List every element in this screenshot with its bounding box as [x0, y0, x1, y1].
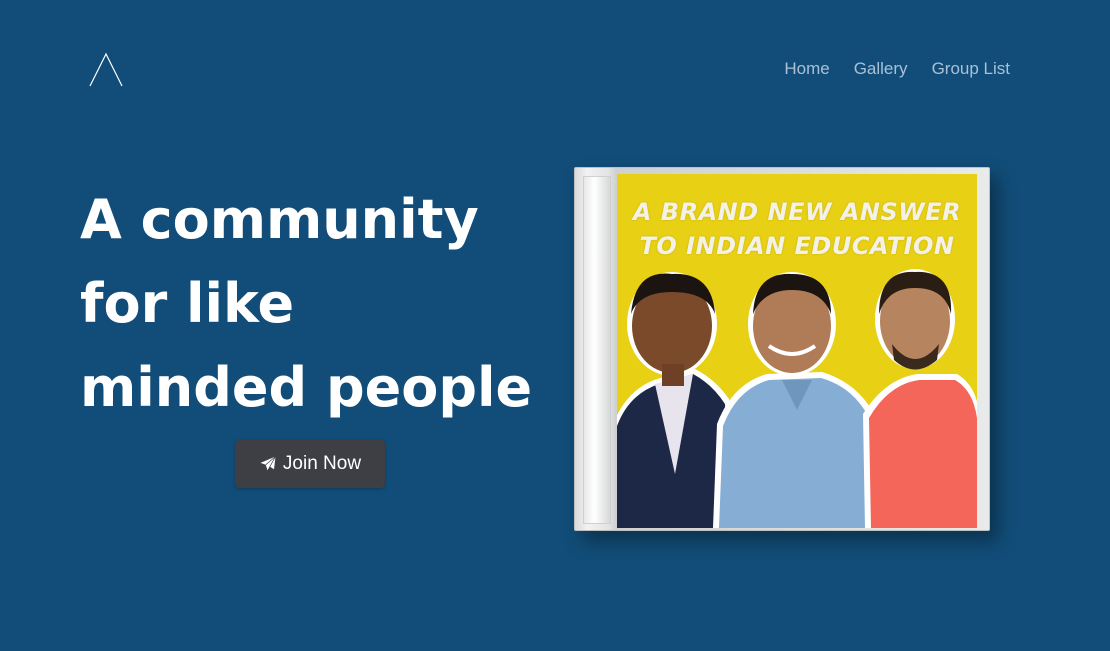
paper-plane-icon	[260, 456, 276, 471]
join-now-button[interactable]: Join Now	[235, 440, 385, 488]
hero-title-line: A community	[80, 188, 479, 251]
person-middle	[713, 272, 889, 528]
landing-page: Home Gallery Group List A community for …	[0, 0, 1110, 651]
nav-group-list-link[interactable]: Group List	[932, 59, 1010, 79]
nav-gallery-link[interactable]: Gallery	[854, 59, 908, 79]
hero-title: A community for like minded people	[80, 178, 560, 430]
join-now-label: Join Now	[282, 453, 362, 474]
album-cd-image: A BRAND NEW ANSWER TO INDIAN EDUCATION	[574, 167, 990, 531]
album-cover: A BRAND NEW ANSWER TO INDIAN EDUCATION	[617, 174, 977, 528]
person-right	[863, 269, 977, 528]
hero-title-line: for like	[80, 272, 295, 335]
triangle-logo-icon[interactable]	[88, 52, 124, 88]
top-nav: Home Gallery Group List	[784, 59, 1010, 79]
album-cover-people-illustration	[617, 269, 977, 528]
nav-home-link[interactable]: Home	[784, 59, 829, 79]
cd-case-spine	[583, 176, 611, 524]
hero-title-line: minded people	[80, 356, 533, 419]
